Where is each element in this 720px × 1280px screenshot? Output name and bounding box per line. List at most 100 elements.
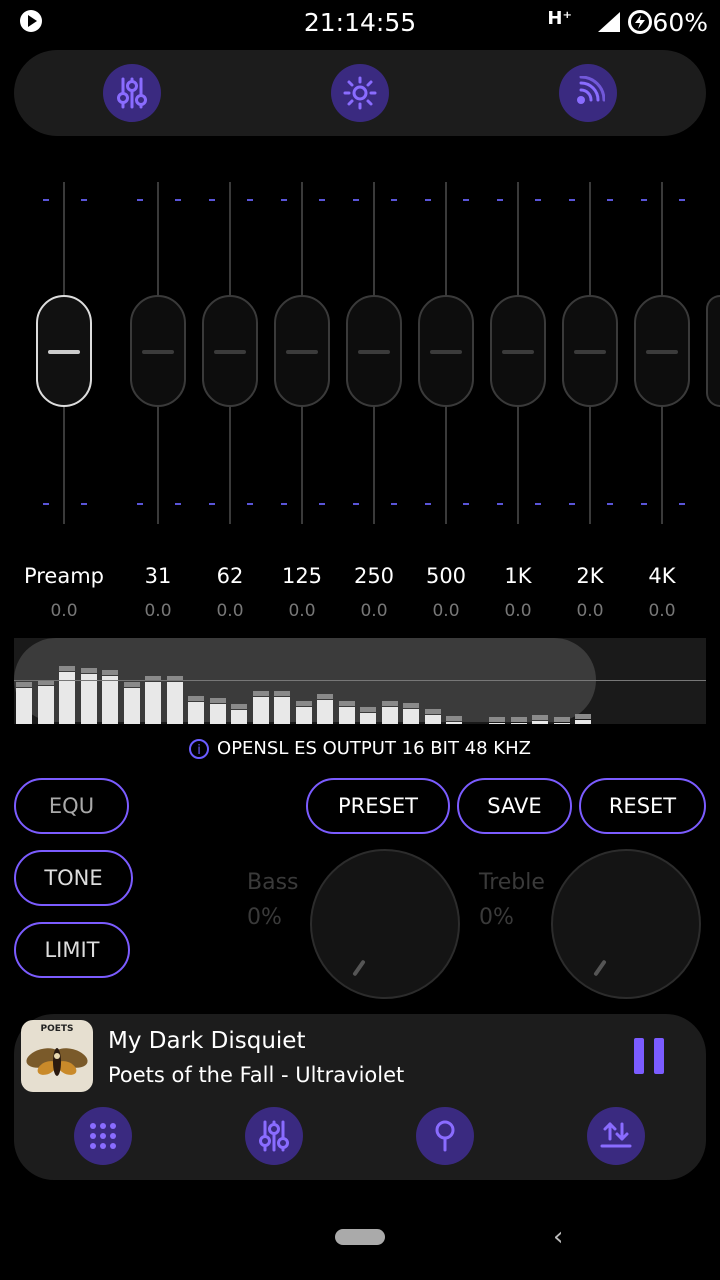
spectrum-bar bbox=[188, 696, 204, 724]
treble-label: Treble bbox=[479, 870, 545, 895]
scale-tick bbox=[391, 199, 397, 201]
spectrum-bar bbox=[37, 680, 54, 724]
tab-effects[interactable] bbox=[331, 64, 389, 122]
spectrum-bar bbox=[446, 716, 462, 724]
spectrum-peak-cap bbox=[274, 691, 290, 696]
scale-tick bbox=[497, 199, 503, 201]
spectrum-bar bbox=[252, 691, 269, 724]
output-info-text: OPENSL ES OUTPUT 16 BIT 48 KHZ bbox=[217, 738, 531, 759]
tone-button[interactable]: TONE bbox=[14, 850, 133, 906]
band-slider-knob[interactable] bbox=[562, 295, 618, 407]
band-slider-knob[interactable] bbox=[418, 295, 474, 407]
album-cover[interactable]: POETS bbox=[21, 1020, 93, 1092]
spectrum-peak-cap bbox=[123, 682, 140, 687]
scale-tick bbox=[569, 199, 575, 201]
song-title[interactable]: My Dark Disquiet bbox=[108, 1028, 305, 1054]
knob-grip-line bbox=[142, 350, 174, 354]
search-button[interactable] bbox=[416, 1107, 474, 1165]
scale-tick bbox=[463, 199, 469, 201]
scale-tick bbox=[209, 199, 215, 201]
bass-dial[interactable] bbox=[310, 849, 460, 999]
spectrum-peak-cap bbox=[424, 709, 441, 714]
search-key-icon bbox=[435, 1120, 455, 1152]
preset-button[interactable]: PRESET bbox=[306, 778, 450, 834]
import-export-icon bbox=[600, 1122, 632, 1148]
spectrum-bar bbox=[209, 698, 226, 724]
band-slider-knob[interactable] bbox=[130, 295, 186, 407]
song-artist[interactable]: Poets of the Fall - Ultraviolet bbox=[108, 1063, 404, 1087]
scale-tick bbox=[43, 503, 49, 505]
spectrum-peak-cap bbox=[317, 694, 333, 699]
treble-value: 0% bbox=[479, 905, 514, 930]
treble-dial[interactable] bbox=[551, 849, 701, 999]
spectrum-peak-cap bbox=[16, 682, 32, 687]
spectrum-peak-cap bbox=[360, 707, 376, 712]
band-slider-knob[interactable] bbox=[634, 295, 690, 407]
spectrum-visualizer bbox=[14, 638, 706, 724]
scale-tick bbox=[391, 503, 397, 505]
spectrum-peak-cap bbox=[295, 701, 312, 706]
spectrum-peak-cap bbox=[553, 717, 570, 722]
tab-equalizer[interactable] bbox=[103, 64, 161, 122]
bass-value: 0% bbox=[247, 905, 282, 930]
scale-tick bbox=[209, 503, 215, 505]
spectrum-peak-cap bbox=[231, 704, 247, 709]
save-button[interactable]: SAVE bbox=[457, 778, 572, 834]
equ-button[interactable]: EQU bbox=[14, 778, 129, 834]
spectrum-peak-cap bbox=[381, 701, 398, 706]
knob-grip-line bbox=[502, 350, 534, 354]
spectrum-peak-cap bbox=[102, 670, 118, 675]
bass-label: Bass bbox=[247, 870, 299, 895]
status-bar: 21:14:55 H⁺ 60% bbox=[0, 0, 720, 48]
scale-tick bbox=[353, 503, 359, 505]
tab-surround[interactable] bbox=[559, 64, 617, 122]
spectrum-bar bbox=[80, 668, 97, 724]
equ-button-label: EQU bbox=[48, 794, 95, 818]
band-slider-knob[interactable] bbox=[706, 295, 720, 407]
scale-tick bbox=[175, 503, 181, 505]
pause-button[interactable] bbox=[634, 1038, 664, 1074]
spectrum-peak-cap bbox=[489, 717, 505, 722]
scale-tick bbox=[425, 503, 431, 505]
band-slider-knob[interactable] bbox=[274, 295, 330, 407]
reset-button[interactable]: RESET bbox=[579, 778, 706, 834]
spectrum-bar bbox=[338, 701, 355, 724]
network-type: H⁺ bbox=[547, 8, 572, 29]
scale-tick bbox=[497, 503, 503, 505]
spectrum-peak-cap bbox=[575, 714, 591, 719]
spectrum-bar bbox=[510, 717, 527, 724]
scale-tick bbox=[281, 199, 287, 201]
spectrum-bar bbox=[16, 682, 32, 724]
scale-tick bbox=[463, 503, 469, 505]
knob-grip-line bbox=[574, 350, 606, 354]
scale-tick bbox=[137, 199, 143, 201]
output-info: i OPENSL ES OUTPUT 16 BIT 48 KHZ bbox=[0, 738, 720, 759]
back-chevron-icon[interactable]: ‹ bbox=[553, 1222, 563, 1252]
scale-tick bbox=[353, 199, 359, 201]
spectrum-peak-cap bbox=[209, 698, 226, 703]
reset-button-label: RESET bbox=[608, 794, 677, 818]
equalizer-button[interactable] bbox=[245, 1107, 303, 1165]
grid-apps-icon bbox=[90, 1123, 116, 1149]
spectrum-peak-cap bbox=[446, 716, 462, 721]
scale-tick bbox=[679, 503, 685, 505]
bass-dial-indicator bbox=[352, 959, 366, 977]
spectrum-bar bbox=[381, 701, 398, 724]
band-slider-knob[interactable] bbox=[202, 295, 258, 407]
info-icon[interactable]: i bbox=[189, 739, 210, 759]
spectrum-bar bbox=[403, 703, 419, 724]
band-label: Preamp bbox=[23, 564, 105, 588]
spectrum-peak-cap bbox=[80, 668, 97, 673]
apps-button[interactable] bbox=[74, 1107, 132, 1165]
import-export-button[interactable] bbox=[587, 1107, 645, 1165]
spectrum-bar bbox=[145, 676, 161, 724]
band-slider-knob[interactable] bbox=[346, 295, 402, 407]
scale-tick bbox=[137, 503, 143, 505]
limit-button[interactable]: LIMIT bbox=[14, 922, 130, 978]
band-slider-knob[interactable] bbox=[490, 295, 546, 407]
preamp-slider-knob[interactable] bbox=[36, 295, 92, 407]
pause-icon bbox=[634, 1038, 644, 1074]
scale-tick bbox=[641, 503, 647, 505]
scale-tick bbox=[319, 199, 325, 201]
home-gesture-pill[interactable] bbox=[335, 1229, 385, 1245]
